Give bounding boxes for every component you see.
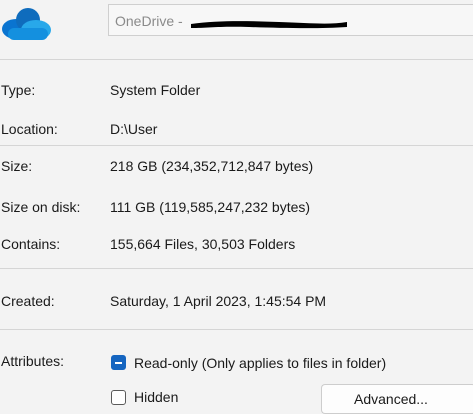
size-label: Size: bbox=[1, 158, 33, 174]
attributes-label: Attributes: bbox=[1, 353, 65, 369]
separator bbox=[0, 59, 473, 60]
advanced-button-label: Advanced... bbox=[354, 391, 428, 407]
created-value: Saturday, 1 April 2023, 1:45:54 PM bbox=[110, 293, 327, 309]
type-value: System Folder bbox=[110, 82, 201, 98]
size-on-disk-label: Size on disk: bbox=[1, 199, 81, 215]
size-value: 218 GB (234,352,712,847 bytes) bbox=[110, 158, 314, 174]
hidden-label[interactable]: Hidden bbox=[134, 389, 178, 405]
location-value: D:\User bbox=[110, 121, 158, 137]
onedrive-cloud-icon bbox=[2, 8, 51, 40]
redaction-mark bbox=[191, 21, 347, 29]
location-label: Location: bbox=[1, 121, 58, 137]
separator bbox=[0, 329, 473, 330]
contains-value: 155,664 Files, 30,503 Folders bbox=[110, 236, 296, 252]
separator bbox=[0, 268, 473, 269]
type-label: Type: bbox=[1, 82, 36, 98]
created-label: Created: bbox=[1, 293, 55, 309]
size-on-disk-value: 111 GB (119,585,247,232 bytes) bbox=[110, 199, 311, 215]
folder-name-field[interactable]: OneDrive - bbox=[108, 4, 473, 36]
folder-name-text: OneDrive - bbox=[115, 13, 183, 29]
hidden-checkbox[interactable] bbox=[111, 390, 126, 405]
separator bbox=[0, 145, 473, 146]
read-only-label[interactable]: Read-only (Only applies to files in fold… bbox=[134, 355, 386, 371]
read-only-checkbox[interactable] bbox=[111, 355, 126, 370]
advanced-button[interactable]: Advanced... bbox=[321, 384, 473, 414]
contains-label: Contains: bbox=[1, 236, 61, 252]
